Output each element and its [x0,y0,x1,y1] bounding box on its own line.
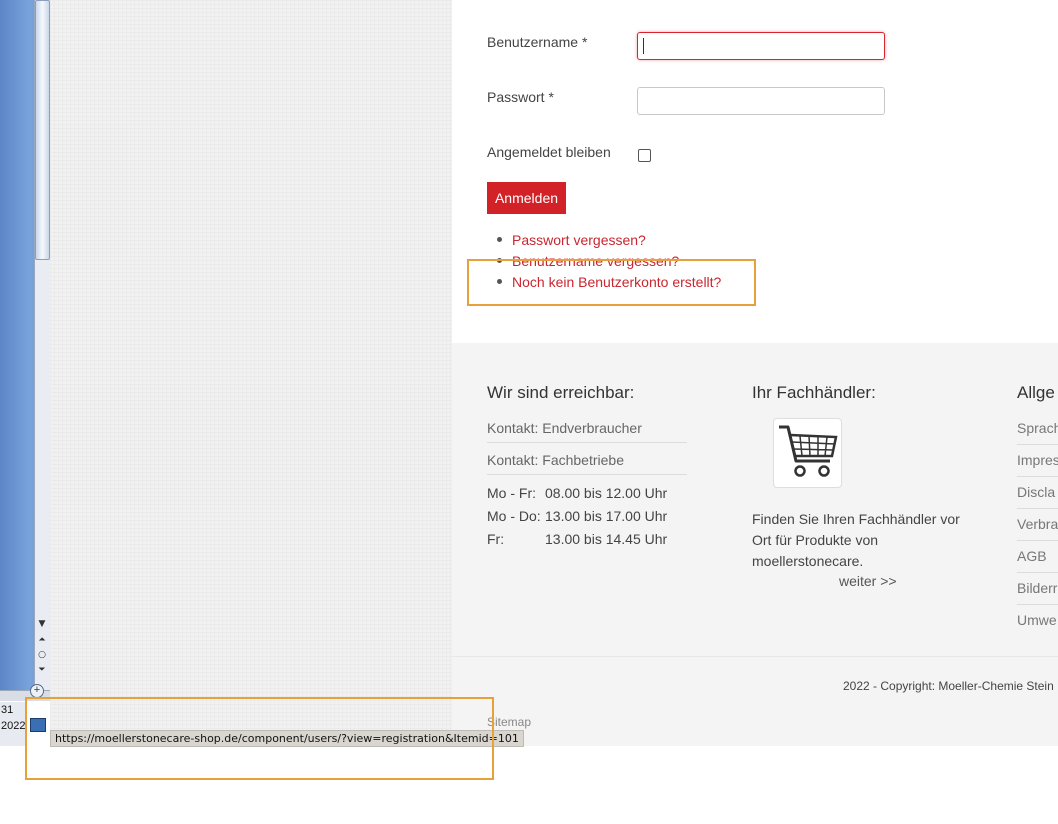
footer-link-language[interactable]: Sprach [1017,420,1058,445]
contact-prefix: Kontakt: [487,452,539,468]
dealer-image-link[interactable] [773,418,842,488]
text-caret [643,38,644,54]
dealer-description: Finden Sie Ihren Fachhändler vor Ort für… [752,511,960,569]
clock-line-1: 31 [1,704,14,716]
contact-consumer-link[interactable]: Kontakt: Endverbraucher [487,420,687,443]
contact-value: Endverbraucher [542,420,642,436]
password-label: Passwort * [487,89,554,105]
copyright-text: 2022 - Copyright: Moeller-Chemie Stein [843,679,1054,693]
scrollbar-thumb[interactable] [35,0,50,260]
hours-day: Fr: [487,531,505,547]
general-heading: Allge [1017,383,1055,402]
shopping-cart-icon [779,425,838,477]
username-input[interactable] [637,32,885,60]
hours-day: Mo - Fr: [487,485,536,501]
remember-checkbox[interactable] [638,149,651,162]
hours-row: Fr: 13.00 bis 14.45 Uhr [487,531,667,547]
page-background [50,0,453,745]
hours-row: Mo - Fr: 08.00 bis 12.00 Uhr [487,485,667,501]
footer-link-images[interactable]: Bilderr [1017,580,1058,605]
footer-link-environment[interactable]: Umwe [1017,612,1058,636]
highlight-box [467,259,756,306]
page-down-icon[interactable]: ⏷ [36,664,48,676]
page-up-icon[interactable]: ⏶ [36,634,48,646]
footer-link-imprint[interactable]: Impres [1017,452,1058,477]
remember-label: Angemeldet bleiben [487,144,611,160]
list-item: Passwort vergessen? [497,230,721,251]
bullet-icon [497,236,502,242]
contact-heading: Wir sind erreichbar: [487,383,635,402]
taskbar-clock: 31 2022 [0,702,26,746]
contact-prefix: Kontakt: [487,420,539,436]
scroll-down-icon[interactable]: ▼ [36,618,48,630]
hours-time: 13.00 bis 14.45 Uhr [545,531,668,547]
login-button[interactable]: Anmelden [487,182,566,214]
forgot-password-link[interactable]: Passwort vergessen? [512,232,646,248]
hours-time: 08.00 bis 12.00 Uhr [545,485,668,501]
footer-bottom [452,656,1058,746]
dealer-more-link[interactable]: weiter >> [839,573,897,589]
dealer-heading: Ihr Fachhändler: [752,383,876,402]
contact-value: Fachbetriebe [542,452,624,468]
footer-link-disclaimer[interactable]: Discla [1017,484,1058,509]
username-label: Benutzername * [487,34,588,50]
zoom-plus-icon[interactable]: + [30,684,44,698]
highlight-box [25,697,494,780]
contact-business-link[interactable]: Kontakt: Fachbetriebe [487,452,687,475]
clock-line-2: 2022 [1,720,26,732]
footer-link-consumer[interactable]: Verbra [1017,516,1058,541]
footer-link-agb[interactable]: AGB [1017,548,1058,573]
password-input[interactable] [637,87,885,115]
hours-row: Mo - Do: 13.00 bis 17.00 Uhr [487,508,667,524]
hours-time: 13.00 bis 17.00 Uhr [545,508,668,524]
select-browse-icon[interactable]: ○ [36,649,48,661]
hours-day: Mo - Do: [487,508,541,524]
